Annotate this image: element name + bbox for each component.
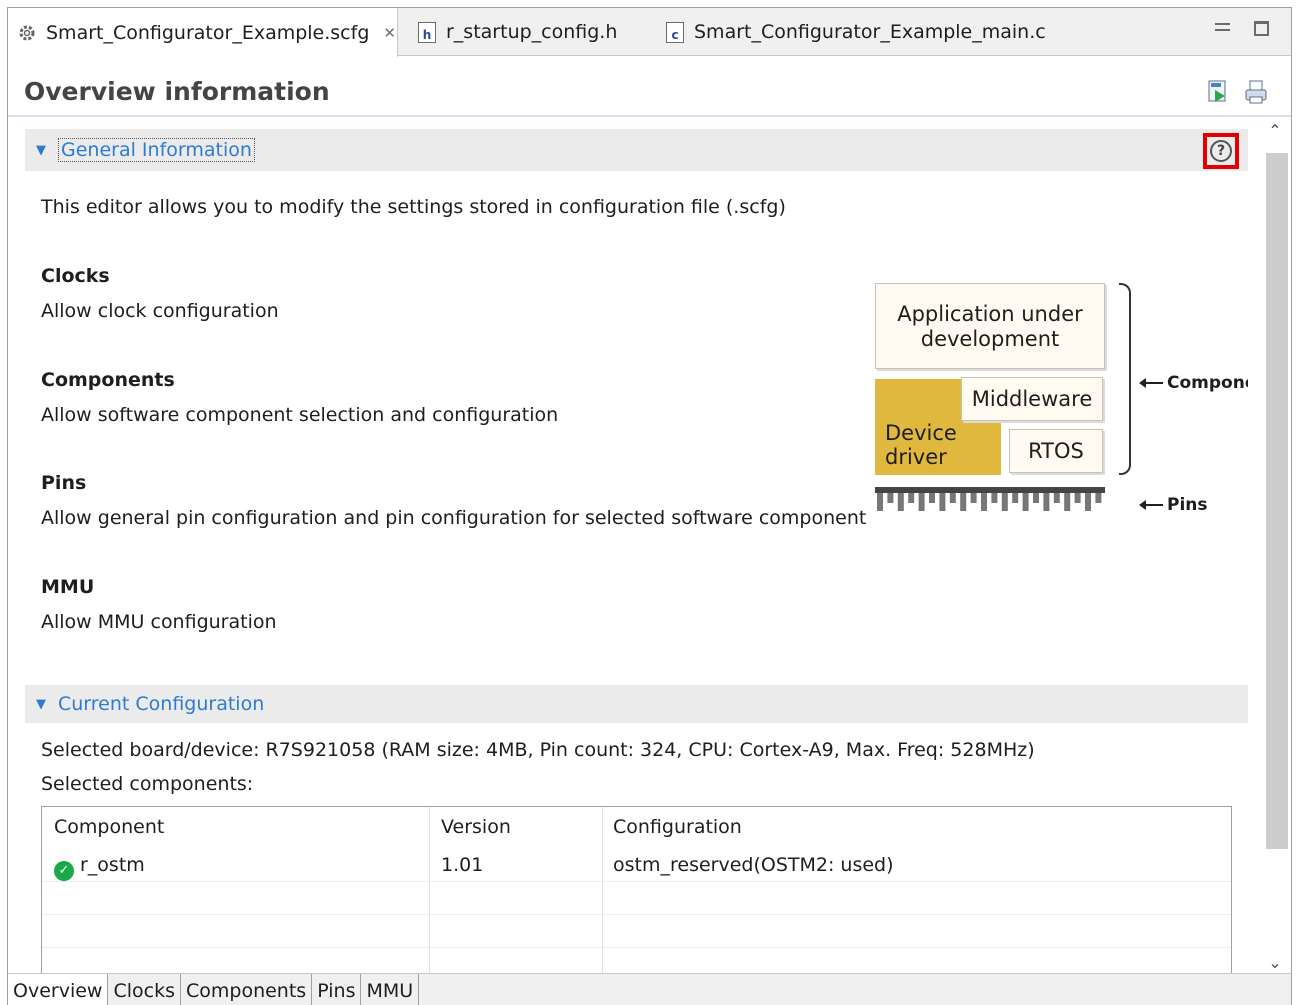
- components-table: Component Version Configuration ✓ r_ostm …: [41, 806, 1232, 976]
- editor-tab-bar: Smart_Configurator_Example.scfg ✕ h r_st…: [8, 8, 1291, 57]
- gear-icon: [16, 22, 38, 44]
- column-header-component[interactable]: Component: [54, 816, 164, 838]
- current-configuration-header[interactable]: ▼ Current Configuration: [25, 685, 1248, 723]
- table-header-row: Component Version Configuration: [42, 807, 1231, 847]
- diagram-middleware-box: Middleware: [961, 377, 1103, 421]
- column-header-version[interactable]: Version: [441, 816, 511, 838]
- components-description: Allow software component selection and c…: [41, 404, 559, 426]
- tab-label: r_startup_config.h: [446, 21, 618, 43]
- diagram-rtos-box: RTOS: [1009, 429, 1103, 473]
- general-information-title[interactable]: General Information: [58, 138, 255, 162]
- component-name: r_ostm: [80, 854, 145, 876]
- close-icon[interactable]: ✕: [383, 24, 396, 42]
- diagram-pins-label: Pins: [1139, 495, 1208, 515]
- selected-device-line: Selected board/device: R7S921058 (RAM si…: [41, 739, 1035, 761]
- tab-label: Smart_Configurator_Example_main.c: [694, 21, 1046, 43]
- tab-clocks[interactable]: Clocks: [108, 974, 181, 1005]
- collapse-icon[interactable]: ▼: [36, 697, 52, 712]
- diagram-components-bracket: [1119, 283, 1131, 475]
- diagram-components-label: Compone: [1139, 373, 1248, 393]
- table-row[interactable]: [42, 915, 1231, 948]
- component-configuration: ostm_reserved(OSTM2: used): [613, 854, 894, 876]
- tab-pins[interactable]: Pins: [312, 974, 362, 1005]
- tab-overview[interactable]: Overview: [8, 974, 109, 1005]
- current-configuration-title[interactable]: Current Configuration: [58, 693, 264, 715]
- selected-components-label: Selected components:: [41, 773, 254, 795]
- chevron-up-icon[interactable]: ⌃: [1260, 121, 1290, 145]
- overview-content: ▼ General Information ? This editor allo…: [25, 129, 1248, 976]
- help-button[interactable]: ?: [1203, 133, 1239, 169]
- pins-description: Allow general pin configuration and pin …: [41, 507, 867, 529]
- header-toolbar: [1205, 79, 1269, 105]
- mmu-description: Allow MMU configuration: [41, 611, 277, 633]
- scrollbar-thumb[interactable]: [1266, 153, 1288, 849]
- maximize-icon[interactable]: [1254, 21, 1269, 36]
- component-version: 1.01: [441, 854, 484, 876]
- general-information-header[interactable]: ▼ General Information ?: [25, 129, 1248, 171]
- bottom-page-tabs: Overview Clocks Components Pins MMU: [8, 973, 1291, 1005]
- collapse-icon[interactable]: ▼: [36, 143, 52, 158]
- tab-startup-config[interactable]: h r_startup_config.h: [408, 8, 648, 56]
- architecture-diagram: Application under development Device dri…: [865, 279, 1248, 529]
- diagram-pins-strip: [875, 487, 1105, 511]
- page-title: Overview information: [24, 77, 330, 106]
- column-header-configuration[interactable]: Configuration: [613, 816, 742, 838]
- window-controls: [1215, 18, 1269, 36]
- question-mark-icon: ?: [1210, 140, 1232, 162]
- generate-report-icon[interactable]: [1243, 79, 1269, 105]
- tab-label: Smart_Configurator_Example.scfg: [46, 21, 370, 44]
- diagram-application-box: Application under development: [875, 283, 1105, 369]
- tab-scfg[interactable]: Smart_Configurator_Example.scfg ✕: [8, 8, 398, 57]
- tab-components[interactable]: Components: [181, 974, 313, 1005]
- editor-header: Overview information: [8, 57, 1291, 117]
- check-icon: ✓: [54, 860, 74, 881]
- tab-mmu[interactable]: MMU: [361, 974, 420, 1005]
- table-row[interactable]: ✓ r_ostm 1.01 ostm_reserved(OSTM2: used): [42, 849, 1231, 882]
- table-row[interactable]: [42, 948, 1231, 976]
- generate-code-icon[interactable]: [1205, 79, 1231, 105]
- mmu-heading: MMU: [41, 576, 95, 598]
- editor-window: Smart_Configurator_Example.scfg ✕ h r_st…: [7, 7, 1292, 1005]
- minimize-icon[interactable]: [1215, 23, 1230, 31]
- components-heading: Components: [41, 369, 175, 391]
- table-row[interactable]: [42, 882, 1231, 915]
- clocks-description: Allow clock configuration: [41, 300, 279, 322]
- vertical-scrollbar[interactable]: ⌃ ⌄: [1260, 121, 1290, 977]
- pins-heading: Pins: [41, 472, 87, 494]
- general-description: This editor allows you to modify the set…: [41, 196, 786, 218]
- clocks-heading: Clocks: [41, 265, 110, 287]
- tab-main-c[interactable]: c Smart_Configurator_Example_main.c: [656, 8, 1076, 56]
- c-file-icon: c: [664, 21, 686, 43]
- header-file-icon: h: [416, 21, 438, 43]
